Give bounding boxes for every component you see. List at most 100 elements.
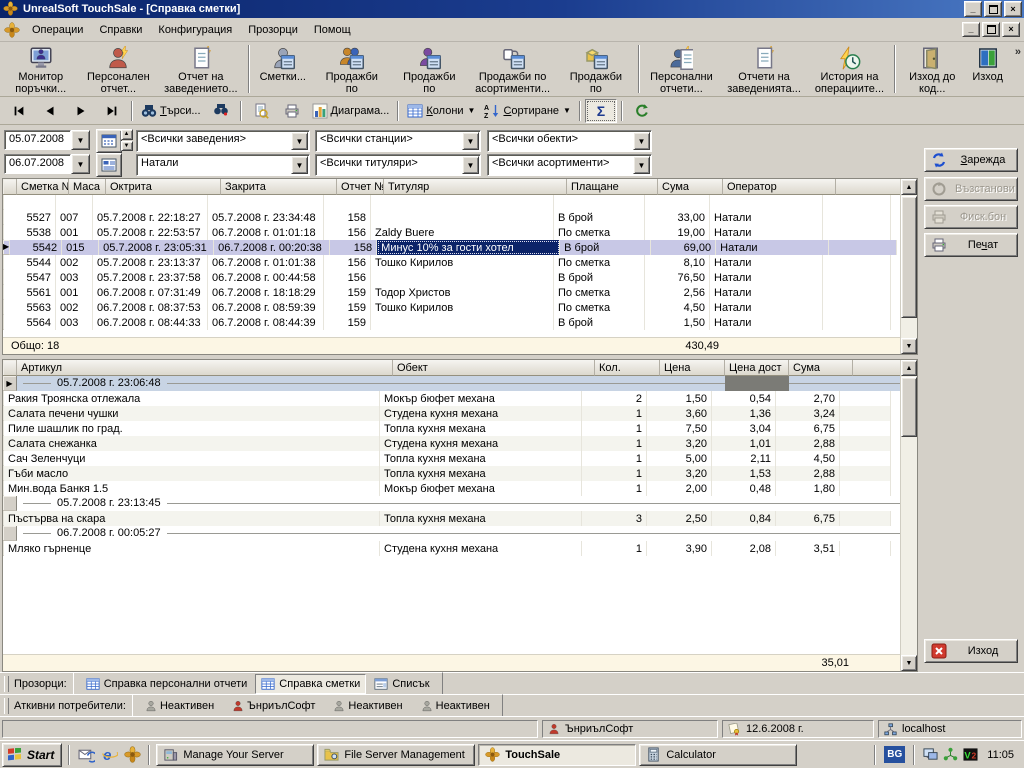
drag-grip[interactable] [4,676,9,692]
date-from-value[interactable]: 05.07.2008 [4,130,71,150]
toolbar-overflow-chevron[interactable]: » [1015,46,1021,58]
taskbar-task-flower[interactable]: TouchSale [478,744,636,766]
chevron-down-icon[interactable]: ▼ [633,132,650,150]
last-record-button[interactable] [97,100,127,122]
stations-combo[interactable]: <Всички станции> ▼ [315,130,481,152]
list-view-toggle-button[interactable] [96,153,122,177]
taskbar-clock[interactable]: 11:05 [983,749,1018,761]
toolbar-button-monitor[interactable]: Монитор поръчки... [2,43,80,95]
table-row[interactable] [3,195,917,210]
table-row[interactable]: Гъби маслоТопла кухня механа13,201,532,8… [3,466,917,481]
date-to-value[interactable]: 06.07.2008 [4,154,71,174]
calendar-toggle-button[interactable] [96,129,122,153]
search-button[interactable]: Търси... [137,100,205,122]
scroll-thumb[interactable] [901,196,917,318]
language-indicator[interactable]: BG [884,746,905,763]
menu-item-операции[interactable]: Операции [24,21,91,39]
toolbar-button-exit-app[interactable]: Изход [965,43,1010,95]
date-to-dropdown[interactable]: ▼ [71,154,90,174]
table-row[interactable]: 554400205.7.2008 г. 23:13:3706.7.2008 г.… [3,255,917,270]
scroll-up-button[interactable]: ▲ [901,360,917,376]
chevron-down-icon[interactable]: ▼ [633,156,650,174]
close-button[interactable]: × [1004,1,1022,17]
table-row[interactable]: 556300206.7.2008 г. 08:37:5306.7.2008 г.… [3,300,917,315]
taskbar-task-filemgmt[interactable]: File Server Management [317,744,475,766]
table-row[interactable]: 556100106.7.2008 г. 07:31:4906.7.2008 г.… [3,285,917,300]
toolbar-button-doc-bolt[interactable]: Отчет на заведението... [157,43,244,95]
totals-sigma-button[interactable]: Σ [585,99,617,123]
network-tray-icon[interactable] [943,747,958,762]
toolbar-button-history[interactable]: История на операциите... [808,43,891,95]
menu-item-справки[interactable]: Справки [91,21,150,39]
active-user-entry[interactable]: ЪнриълСофт [226,700,321,712]
chevron-down-icon[interactable]: ▼ [462,132,479,150]
scroll-down-button[interactable]: ▼ [901,338,917,354]
table-row[interactable]: Пъстърва на скараТопла кухня механа32,50… [3,511,917,526]
print-button[interactable] [277,100,307,122]
table-row[interactable]: ▶554201505.7.2008 г. 23:05:3106.7.2008 г… [3,240,917,255]
scroll-thumb[interactable] [901,377,917,437]
order-time-group-row[interactable]: 06.7.2008 г. 00:05:27 [3,526,917,541]
menu-item-прозорци[interactable]: Прозорци [240,21,306,39]
table-row[interactable]: 552700705.7.2008 г. 22:18:2705.7.2008 г.… [3,210,917,225]
chevron-down-icon[interactable]: ▼ [462,156,479,174]
table-row[interactable]: 556400306.7.2008 г. 08:44:3306.7.2008 г.… [3,315,917,330]
window-tab-active[interactable]: Справка сметки [255,674,366,694]
column-header[interactable]: Сума [789,360,853,376]
table-row[interactable]: Сач ЗеленчуциТопла кухня механа15,002,11… [3,451,917,466]
venues-combo[interactable]: <Всички заведения> ▼ [136,130,310,152]
table-row[interactable]: Ракия Троянска отлежалаМокър бюфет механ… [3,391,917,406]
column-header[interactable]: Закрита [221,179,337,195]
fiscal-receipt-button[interactable]: Фиск.бон [924,205,1018,229]
scroll-down-button[interactable]: ▼ [901,655,917,671]
column-header[interactable]: Оператор [723,179,836,195]
sort-button[interactable]: AZ Сортиране ▼ [480,100,574,122]
column-header[interactable]: Обект [393,360,595,376]
date-from-dropdown[interactable]: ▼ [71,130,90,150]
mdi-restore-button[interactable] [982,22,1000,37]
search-next-button[interactable] [206,100,236,122]
minimize-button[interactable]: _ [964,1,982,17]
toolbar-button-cup-doc[interactable]: Продажби по асортименти... [468,43,557,95]
restore-button[interactable] [984,1,1002,17]
order-time-group-row[interactable]: 05.7.2008 г. 23:13:45 [3,496,917,511]
table-row[interactable]: Пиле шашлик по град.Топла кухня механа17… [3,421,917,436]
date-from-field[interactable]: 05.07.2008 ▼ [4,130,90,150]
column-header[interactable]: Кол. [595,360,660,376]
scrollbar-vertical[interactable]: ▲▼ [900,179,917,354]
column-header[interactable]: Сума [658,179,723,195]
table-row[interactable]: Мляко гърненцеСтудена кухня механа13,902… [3,541,917,556]
scrollbar-vertical[interactable]: ▲▼ [900,360,917,671]
start-button[interactable]: Start [2,743,62,767]
toolbar-button-person-bolt[interactable]: Персонален отчет... [80,43,158,95]
toolbar-button-door[interactable]: Изход до код... [899,43,965,95]
toolbar-button-client-doc[interactable]: Продажби по клиенти... [391,43,469,95]
print-bill-button[interactable]: Печат [924,233,1018,257]
column-header[interactable]: Октрита [106,179,221,195]
diagram-button[interactable]: Диаграма... [308,100,394,122]
mdi-minimize-button[interactable]: _ [962,22,980,37]
order-time-group-row[interactable]: ▶05.7.2008 г. 23:06:48 [3,376,917,391]
taskbar-task-calc[interactable]: Calculator [639,744,797,766]
holders-combo[interactable]: <Всички титуляри> ▼ [315,154,481,176]
toolbar-button-product-doc[interactable]: Продажби по продукти... [557,43,635,95]
first-record-button[interactable] [4,100,34,122]
v2-tray-icon[interactable]: V2 [963,747,978,762]
column-header[interactable]: Цена [660,360,725,376]
window-tab-inactive[interactable]: Списък [368,674,435,694]
window-tab-inactive[interactable]: Справка персонални отчети [80,674,254,694]
toolbar-button-receipt[interactable]: Сметки... [253,43,313,95]
prev-record-button[interactable] [35,100,65,122]
mdi-close-button[interactable]: × [1002,22,1020,37]
chevron-down-icon[interactable]: ▼ [291,132,308,150]
touchsale-quicklaunch-icon[interactable] [122,745,142,765]
assortments-combo[interactable]: <Всички асортименти> ▼ [487,154,652,176]
table-row[interactable]: 553800105.7.2008 г. 22:53:5706.7.2008 г.… [3,225,917,240]
mail-quicklaunch-icon[interactable] [76,745,96,765]
table-row[interactable]: Салата печени чушкиСтудена кухня механа1… [3,406,917,421]
taskbar-task-server[interactable]: Manage Your Server [156,744,314,766]
ie-quicklaunch-icon[interactable]: e [99,745,119,765]
toolbar-button-doc-bolt[interactable]: Отчети на заведенията... [720,43,808,95]
chevron-down-icon[interactable]: ▼ [291,156,308,174]
load-button[interactable]: Зарежда [924,148,1018,172]
